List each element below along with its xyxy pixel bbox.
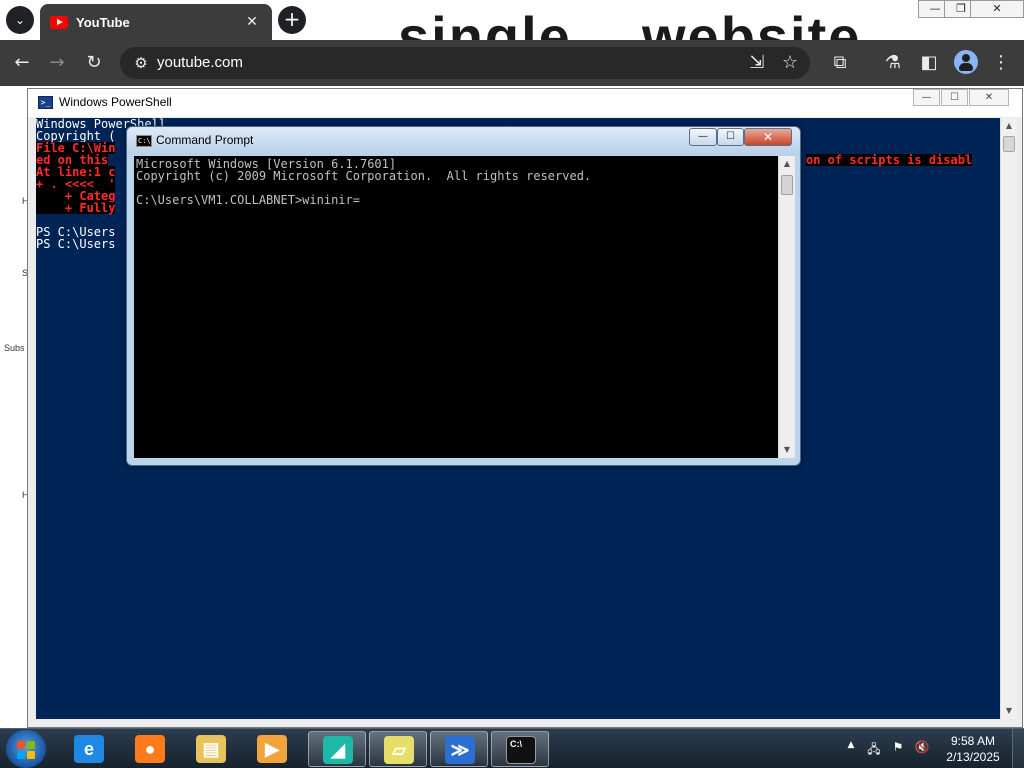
taskbar-media-player-button[interactable]: ▶ (243, 731, 301, 767)
scroll-down-arrow-icon[interactable]: ▼ (779, 442, 795, 458)
show-desktop-button[interactable] (1012, 729, 1024, 768)
windows-logo-icon (27, 741, 35, 749)
labs-flask-icon[interactable]: ⚗ (880, 50, 906, 76)
windows-logo-icon (27, 751, 35, 759)
powershell-icon: ≫ (445, 736, 475, 764)
scroll-up-arrow-icon[interactable]: ▲ (779, 156, 795, 172)
powershell-minimize-button[interactable]: — (913, 89, 940, 106)
bookmark-star-icon[interactable]: ☆ (777, 50, 803, 76)
taskbar-sticky-notes-button[interactable]: ▱ (369, 731, 427, 767)
windows-logo-icon (17, 751, 25, 759)
tab-youtube[interactable]: YouTube ✕ (40, 4, 272, 40)
reload-icon[interactable]: ↻ (81, 50, 107, 76)
command-prompt-titlebar[interactable]: C:\ Command Prompt — ☐ ✕ (127, 127, 800, 155)
taskbar-powershell-button[interactable]: ≫ (430, 731, 488, 767)
command-prompt-title: Command Prompt (156, 133, 254, 147)
forward-icon[interactable]: → (44, 50, 70, 76)
start-button[interactable] (6, 730, 46, 768)
cmd-close-button[interactable]: ✕ (744, 128, 792, 146)
back-icon[interactable]: ← (9, 50, 35, 76)
powershell-scroll-thumb[interactable] (1003, 136, 1015, 152)
tab-close-icon[interactable]: ✕ (242, 14, 262, 30)
clock-time[interactable]: 9:58 AM (944, 734, 1002, 748)
scroll-up-arrow-icon[interactable]: ▲ (1001, 118, 1017, 134)
youtube-icon (50, 15, 68, 29)
windows-taskbar: e ● ▤ ▶ ◢ ▱ ≫ C:\ ▲ 🖧 ⚑ 🔇 9:58 AM 2/13/2025 (0, 728, 1024, 768)
sticky-notes-icon: ▱ (384, 736, 414, 764)
powershell-line: PS C:\Users (36, 237, 116, 251)
profile-avatar[interactable] (954, 50, 978, 74)
cmd-minimize-button[interactable]: — (689, 128, 717, 146)
url-text[interactable]: youtube.com (157, 54, 243, 71)
windows-logo-icon (17, 741, 25, 749)
browser-toolbar: ← → ↻ ⚙ youtube.com ⇲ ☆ ⧉ ⚗ ◧ ⋮ (0, 40, 1024, 86)
taskbar-firefox-button[interactable]: ● (121, 731, 179, 767)
command-prompt-console[interactable]: Microsoft Windows [Version 6.1.7601] Copy… (134, 156, 778, 458)
firefox-icon: ● (135, 735, 165, 763)
app-bird-icon: ◢ (323, 736, 353, 764)
install-app-icon[interactable]: ⇲ (744, 50, 770, 76)
powershell-close-button[interactable]: ✕ (969, 89, 1009, 106)
clock-date[interactable]: 2/13/2025 (944, 750, 1002, 764)
powershell-maximize-button[interactable]: ☐ (941, 89, 968, 106)
background-word: website (642, 5, 862, 40)
command-prompt-window[interactable]: C:\ Command Prompt — ☐ ✕ Microsoft Windo… (126, 126, 801, 466)
page-side-text: Subs (4, 343, 25, 353)
background-word: single (398, 5, 572, 40)
tab-search-dropdown-icon[interactable]: ⌄ (6, 6, 34, 34)
side-panel-icon[interactable]: ◧ (916, 50, 942, 76)
command-prompt-icon: C:\ (136, 135, 152, 147)
volume-muted-icon[interactable]: 🔇 (914, 740, 930, 754)
show-hidden-icons-icon[interactable]: ▲ (843, 740, 859, 750)
command-prompt-icon: C:\ (506, 736, 536, 764)
site-info-icon[interactable]: ⚙ (128, 50, 154, 76)
tab-title: YouTube (76, 14, 130, 30)
browser-close-button[interactable]: ✕ (970, 0, 1024, 18)
powershell-error-line: + Fully (36, 201, 116, 215)
taskbar-file-explorer-button[interactable]: ▤ (182, 731, 240, 767)
taskbar-command-prompt-button[interactable]: C:\ (491, 731, 549, 767)
scroll-down-arrow-icon[interactable]: ▼ (1001, 703, 1017, 719)
browser-tab-strip: single website ⌄ YouTube ✕ + — ❐ ✕ (0, 0, 1024, 40)
browser-menu-icon[interactable]: ⋮ (988, 50, 1014, 76)
command-prompt-line: C:\Users\VM1.COLLABNET>wininir= (136, 193, 360, 207)
command-prompt-scroll-thumb[interactable] (781, 175, 793, 195)
new-tab-button[interactable]: + (278, 6, 306, 34)
file-explorer-icon: ▤ (196, 735, 226, 763)
network-icon[interactable]: 🖧 (866, 740, 882, 761)
command-prompt-line: Copyright (c) 2009 Microsoft Corporation… (136, 169, 592, 183)
powershell-error-fragment: on of scripts is disabl (806, 153, 973, 167)
powershell-icon: >_ (38, 96, 53, 109)
powershell-scrollbar[interactable]: ▲ ▼ (1000, 118, 1017, 719)
extensions-icon[interactable]: ⧉ (827, 50, 853, 76)
media-player-icon: ▶ (257, 735, 287, 763)
action-center-flag-icon[interactable]: ⚑ (890, 740, 906, 754)
cmd-maximize-button[interactable]: ☐ (717, 128, 744, 146)
command-prompt-scrollbar[interactable]: ▲ ▼ (778, 156, 795, 458)
taskbar-internet-explorer-button[interactable]: e (60, 731, 118, 767)
address-bar[interactable]: ⚙ youtube.com ⇲ ☆ (120, 47, 810, 79)
powershell-titlebar[interactable]: >_ Windows PowerShell — ☐ ✕ (28, 89, 1022, 117)
taskbar-app-bird-button[interactable]: ◢ (308, 731, 366, 767)
internet-explorer-icon: e (74, 735, 104, 763)
powershell-title: Windows PowerShell (59, 95, 172, 109)
